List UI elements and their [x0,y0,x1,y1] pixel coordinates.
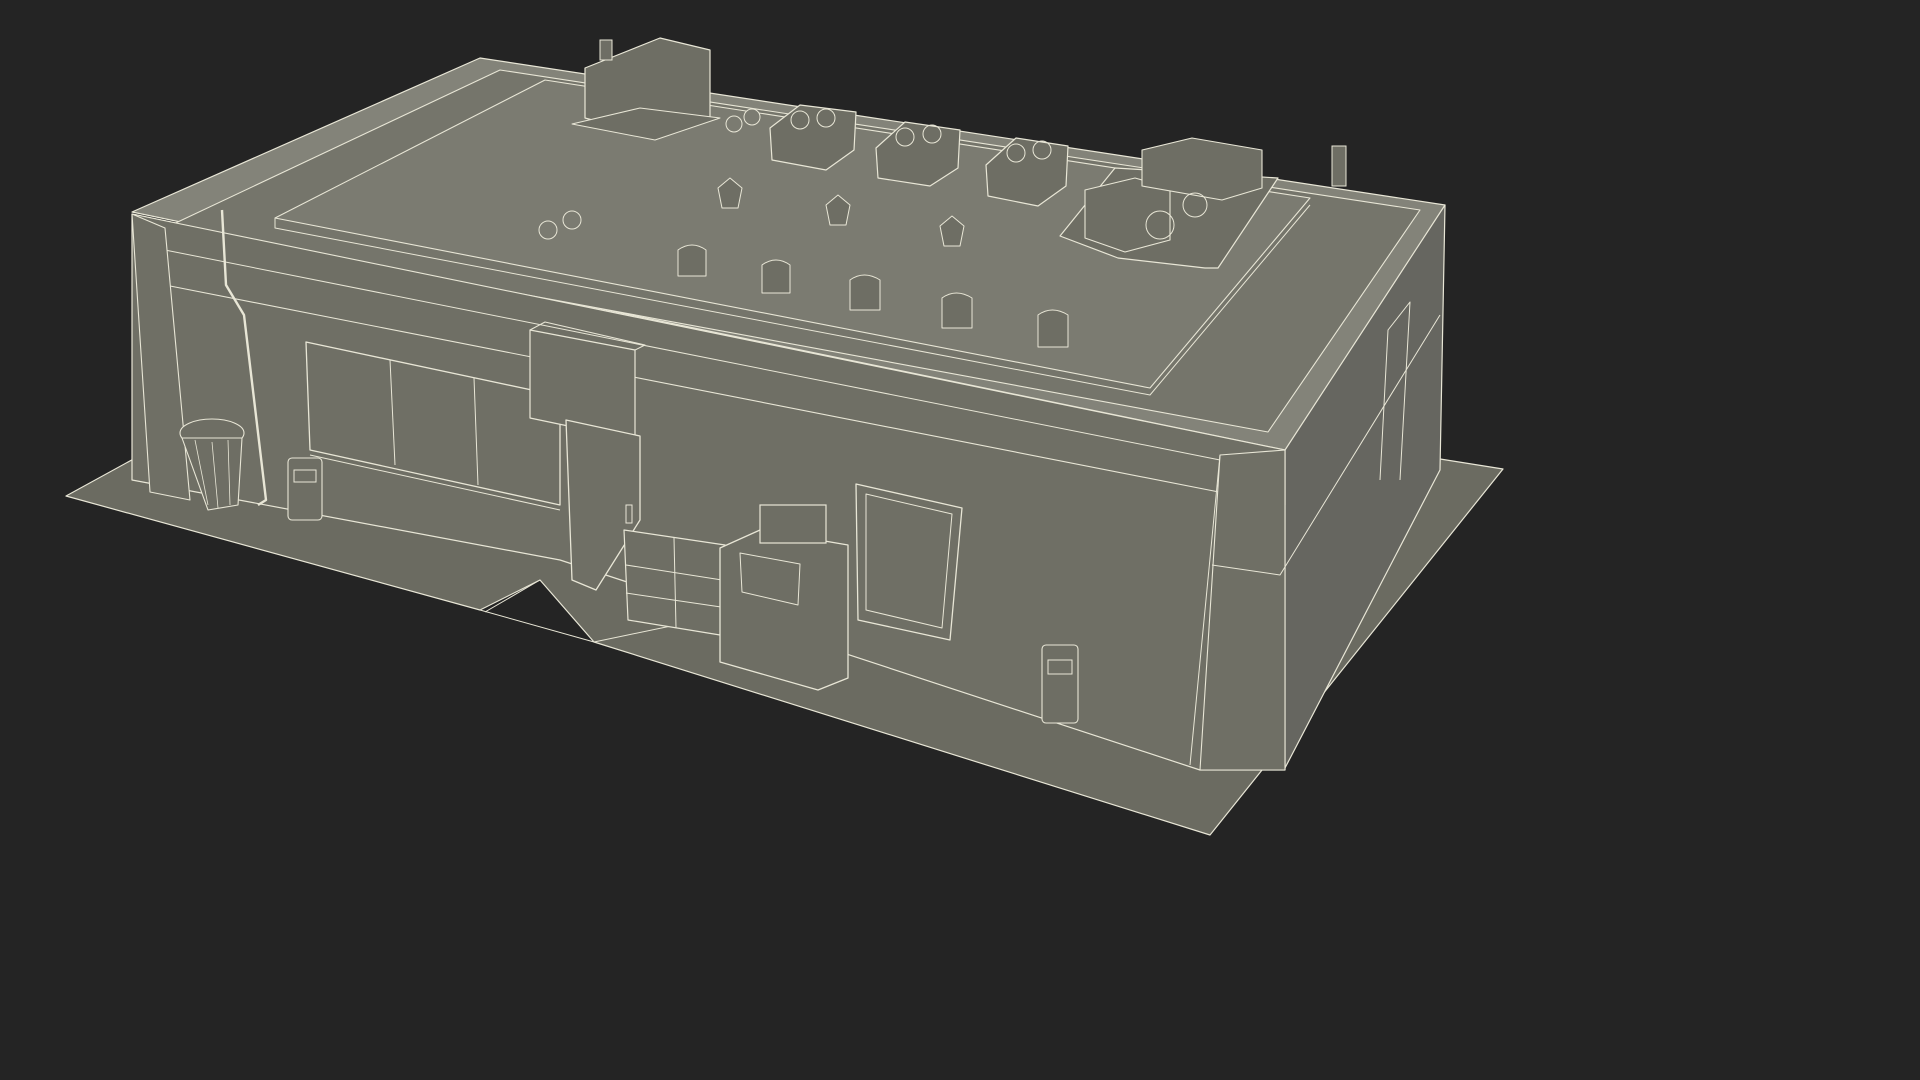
gooseneck-vent [941,292,973,329]
vent-stack [1331,145,1347,187]
ash-bin [287,457,323,521]
gooseneck-vent [1037,309,1069,348]
gooseneck-vent [677,244,707,277]
wall-panel [855,483,963,641]
turbine-vent [538,220,558,240]
turbine-vent [725,115,743,133]
ice-chest-top [759,504,827,544]
gooseneck-vent [761,259,791,294]
turbine-vent [743,108,761,126]
turbine-vent [562,210,582,230]
gooseneck-vent [849,274,881,311]
render-viewport [0,0,1568,882]
door-handle [625,504,633,524]
building-render [0,0,1568,882]
ash-bin [1041,644,1079,724]
ice-chest [719,529,849,691]
